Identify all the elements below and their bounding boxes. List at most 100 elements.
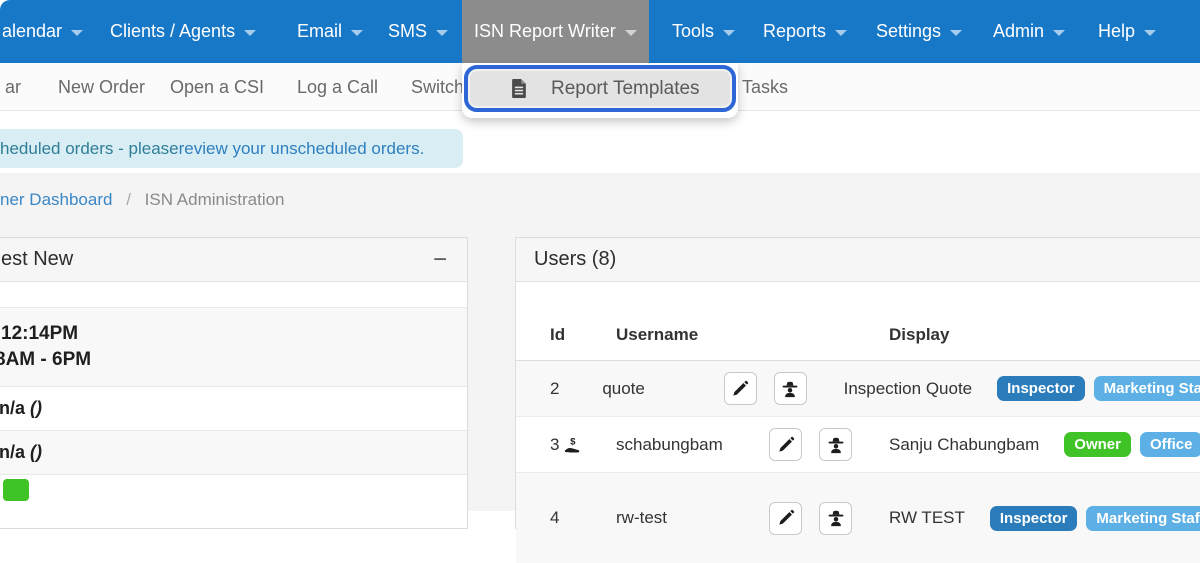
toolbar-item-label: Log a Call <box>297 77 378 98</box>
left-panel-header: est New − <box>0 238 467 282</box>
caret-down-icon <box>71 30 83 36</box>
nav-item-label: Reports <box>763 21 826 42</box>
nav-item-label: Help <box>1098 21 1135 42</box>
isn-report-writer-dropdown: Report Templates <box>462 63 738 118</box>
menu-item-report-templates[interactable]: Report Templates <box>464 65 736 112</box>
na-suffix: () <box>30 398 42 418</box>
na-value: n/a <box>0 442 25 462</box>
na-suffix: () <box>30 442 42 462</box>
nav-item-isn-report-writer[interactable]: ISN Report Writer <box>462 0 649 63</box>
cell-id: 2 <box>550 379 602 399</box>
nav-item-label: SMS <box>388 21 427 42</box>
list-item-na-2: n/a() <box>0 430 467 474</box>
display-name: Sanju Chabungbam <box>889 435 1039 455</box>
hand-holding-dollar-icon: $ <box>564 436 585 454</box>
nav-item-sms[interactable]: SMS <box>378 0 458 63</box>
column-header-id: Id <box>550 325 565 345</box>
table-row-user-rw-test: 4 rw-test RW TEST Inspector Marketing St… <box>516 473 1200 563</box>
nav-item-label: Clients / Agents <box>110 21 235 42</box>
caret-down-icon <box>351 30 363 36</box>
cell-username: quote <box>602 379 723 399</box>
impersonate-user-button[interactable] <box>819 428 852 461</box>
nav-item-help[interactable]: Help <box>1088 0 1166 63</box>
nav-item-label: alendar <box>2 21 62 42</box>
file-lines-icon <box>512 79 527 98</box>
breadcrumb: ner Dashboard / ISN Administration <box>0 190 285 210</box>
edit-user-button[interactable] <box>769 428 802 461</box>
nav-item-tools[interactable]: Tools <box>662 0 745 63</box>
cell-username: schabungbam <box>616 435 769 455</box>
alert-text: heduled orders - please <box>0 139 179 159</box>
cell-username: rw-test <box>616 508 769 528</box>
left-panel-title: est New <box>1 248 73 271</box>
column-header-display: Display <box>889 325 949 345</box>
breadcrumb-current-page: ISN Administration <box>145 190 285 209</box>
list-item-na-1: n/a() <box>0 386 467 430</box>
toolbar-item-label: New Order <box>58 77 145 98</box>
edit-user-button[interactable] <box>769 502 802 535</box>
role-badge-inspector: Inspector <box>997 376 1085 401</box>
svg-text:$: $ <box>571 436 577 447</box>
toolbar-item-label: Switch <box>411 77 464 98</box>
toolbar-item-open-csi[interactable]: Open a CSI <box>170 63 264 111</box>
nav-item-admin[interactable]: Admin <box>983 0 1075 63</box>
impersonate-user-button[interactable] <box>774 372 807 405</box>
role-badge-marketing-staff: Marketing Staff <box>1086 506 1200 531</box>
toolbar-item-tasks[interactable]: Tasks <box>742 63 788 111</box>
user-id: 3 <box>550 435 559 455</box>
cell-id: 3 $ <box>550 435 616 455</box>
breadcrumb-dashboard-link[interactable]: ner Dashboard <box>0 190 112 209</box>
toolbar-item-log-call[interactable]: Log a Call <box>297 63 378 111</box>
caret-down-icon <box>950 30 962 36</box>
users-panel-header: Users (8) <box>516 238 1200 282</box>
left-panel: est New − 12:14PM 8AM - 6PM n/a() n/a() <box>0 237 468 529</box>
schedule-window: 8AM - 6PM <box>0 347 467 373</box>
nav-item-clients-agents[interactable]: Clients / Agents <box>100 0 266 63</box>
caret-down-icon <box>625 30 637 36</box>
caret-down-icon <box>436 30 448 36</box>
cell-display: Inspection Quote Inspector Marketing Sta… <box>844 376 1200 401</box>
users-panel: Users (8) Id Username Display 2 quote <box>515 237 1200 529</box>
caret-down-icon <box>1053 30 1065 36</box>
user-id: 2 <box>550 379 559 399</box>
nav-item-reports[interactable]: Reports <box>753 0 857 63</box>
pencil-icon <box>777 436 795 454</box>
display-name: Inspection Quote <box>844 379 973 399</box>
impersonate-user-button[interactable] <box>819 502 852 535</box>
nav-item-label: Settings <box>876 21 941 42</box>
nav-item-label: ISN Report Writer <box>474 21 616 42</box>
main-navbar: alendar Clients / Agents Email SMS ISN R… <box>0 0 1200 63</box>
toolbar-item-switch[interactable]: Switch <box>411 63 464 111</box>
caret-down-icon <box>723 30 735 36</box>
toolbar-item-new-order[interactable]: New Order <box>58 63 145 111</box>
role-badge-owner: Owner <box>1064 432 1131 457</box>
role-badges: Inspector Marketing Staff <box>990 506 1200 531</box>
minus-icon[interactable]: − <box>433 248 447 272</box>
table-row-user-quote: 2 quote Inspection Quote Inspector Marke… <box>516 361 1200 417</box>
pencil-icon <box>777 509 795 527</box>
cell-id: 4 <box>550 508 616 528</box>
schedule-time: 12:14PM <box>1 323 78 344</box>
username: schabungbam <box>616 435 723 454</box>
nav-item-label: Admin <box>993 21 1044 42</box>
role-badge-inspector: Inspector <box>990 506 1078 531</box>
alert-review-link[interactable]: review your unscheduled orders. <box>179 139 425 159</box>
display-name: RW TEST <box>889 508 965 528</box>
nav-item-calendar[interactable]: alendar <box>0 0 93 63</box>
toolbar-item-calendar[interactable]: ar <box>5 63 21 111</box>
user-secret-icon <box>781 380 799 398</box>
users-table-header: Id Username Display <box>516 311 1200 361</box>
table-row-user-schabungbam: 3 $ schabungbam Sanju Chabungbam <box>516 417 1200 473</box>
user-secret-icon <box>827 509 845 527</box>
green-badge-clipped <box>3 479 29 501</box>
nav-item-settings[interactable]: Settings <box>866 0 972 63</box>
nav-item-email[interactable]: Email <box>287 0 373 63</box>
cell-display: RW TEST Inspector Marketing Staff <box>889 506 1200 531</box>
user-id: 4 <box>550 508 559 528</box>
list-item-schedule: 12:14PM 8AM - 6PM <box>0 307 467 386</box>
edit-user-button[interactable] <box>724 372 757 405</box>
caret-down-icon <box>244 30 256 36</box>
breadcrumb-separator: / <box>126 190 131 209</box>
users-panel-title: Users (8) <box>534 248 616 271</box>
role-badge-office: Office <box>1140 432 1200 457</box>
